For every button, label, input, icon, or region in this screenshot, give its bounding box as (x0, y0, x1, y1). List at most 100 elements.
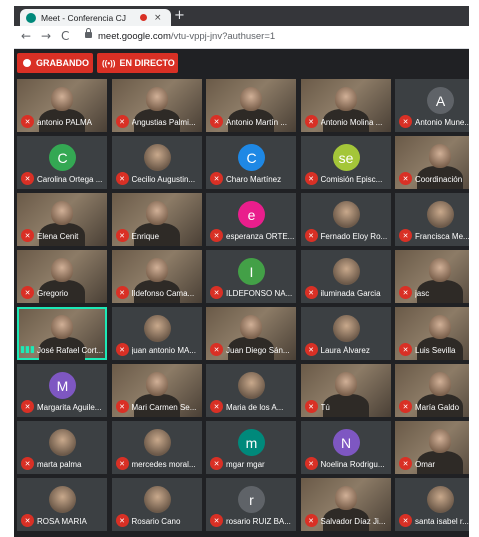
participant-tile[interactable]: ✕ Angustias Palmi... (111, 79, 202, 132)
participant-tile[interactable]: ✕ Juan Diego Sán... (206, 307, 296, 360)
participant-tile[interactable]: e ✕ esperanza ORTE... (206, 193, 296, 246)
participant-photo-avatar (143, 144, 171, 171)
participant-tile[interactable]: ✕ marta palma (17, 421, 107, 474)
participant-tile[interactable]: ✕ iluminada Garcia (300, 250, 391, 303)
participant-name: ILDEFONSO NA... (226, 289, 293, 298)
back-arrow-icon[interactable]: ← (21, 29, 31, 43)
participant-tile[interactable]: ✕ Antonio Martín ... (206, 79, 296, 132)
participant-tile[interactable]: ✕ Rosario Cano (111, 478, 202, 531)
participant-tile[interactable]: ✕ santa isabel r... (395, 478, 469, 531)
participant-name: Fernado Eloy Ro... (320, 232, 388, 241)
participant-avatar: C (49, 144, 76, 171)
broadcast-icon: ((•)) (102, 58, 116, 68)
new-tab-button[interactable]: + (174, 8, 185, 23)
forward-arrow-icon[interactable]: → (41, 29, 51, 43)
participant-tile[interactable]: ✕ Mari Carmen Se... (111, 364, 202, 417)
mic-muted-icon: ✕ (304, 400, 318, 413)
mic-muted-icon: ✕ (399, 286, 412, 299)
participant-tile[interactable]: ✕ Maria de los A... (206, 364, 296, 417)
participant-avatar: M (49, 372, 76, 399)
mic-muted-icon: ✕ (304, 172, 318, 185)
video-person-head (145, 201, 168, 225)
participant-tile[interactable]: ▮▮▮ José Rafael Cort... (17, 307, 107, 360)
participant-tile[interactable]: I ✕ ILDEFONSO NA... (206, 250, 296, 303)
participant-tile[interactable]: ✕ Antonio Molina ... (300, 79, 391, 132)
participant-avatar: e (238, 201, 265, 228)
participant-tile[interactable]: ✕ Coordinación (395, 136, 469, 189)
participant-photo-avatar (427, 486, 454, 513)
participant-tile[interactable]: M ✕ Margarita Aguile... (17, 364, 107, 417)
participant-tile[interactable]: ✕ jasc (395, 250, 469, 303)
participant-photo-avatar (332, 315, 360, 342)
participant-tile[interactable]: ✕ Elena Cenit (17, 193, 107, 246)
participant-name: jasc (415, 289, 430, 298)
participant-avatar: r (238, 486, 265, 513)
participant-tile[interactable]: se ✕ Comisión Episc... (300, 136, 391, 189)
participant-tile[interactable]: ✕ antonio PALMA (17, 79, 107, 132)
mic-muted-icon: ✕ (21, 115, 34, 128)
mic-muted-icon: ✕ (21, 229, 34, 242)
participant-tile[interactable]: C ✕ Charo Martínez (206, 136, 296, 189)
participant-name: Antonio Martín ... (226, 118, 287, 127)
participant-name: Rosario Cano (131, 517, 181, 526)
participant-tile[interactable]: C ✕ Carolina Ortega ... (17, 136, 107, 189)
participant-tile[interactable]: A ✕ Antonio Mune... (395, 79, 469, 132)
recording-button[interactable]: GRABANDO (17, 53, 93, 73)
mic-muted-icon: ✕ (210, 457, 223, 470)
mic-muted-icon: ✕ (115, 286, 129, 299)
tab-close-icon[interactable]: × (154, 13, 162, 23)
mic-muted-icon: ✕ (399, 115, 412, 128)
participant-tile[interactable]: ✕ juan antonio MA... (111, 307, 202, 360)
participant-tile[interactable]: ✕ Francisca Me... (395, 193, 469, 246)
participant-tile[interactable]: ✕ Luis Sevilla (395, 307, 469, 360)
participant-avatar: I (238, 258, 265, 285)
participant-name: Carolina Ortega ... (37, 175, 103, 184)
participant-tile[interactable]: ✕ Salvador Díaz Ji... (300, 478, 391, 531)
participant-name: Angustias Palmi... (131, 118, 196, 127)
participant-name: María Galdo (415, 403, 460, 412)
reload-icon[interactable]: C (61, 29, 69, 43)
participant-tile[interactable]: r ✕ rosario RUIZ BA... (206, 478, 296, 531)
participant-tile[interactable]: ✕ Tú (300, 364, 391, 417)
participant-avatar: se (332, 144, 360, 171)
live-button[interactable]: ((•)) EN DIRECTO (97, 53, 178, 73)
address-bar: ← → C meet.google.com/vtu-vppj-jnv?authu… (14, 26, 469, 49)
mic-muted-icon: ✕ (399, 172, 412, 185)
participant-name: Gregorio (37, 289, 69, 298)
participant-photo-avatar (332, 201, 360, 228)
video-person-head (145, 87, 168, 111)
record-dot-icon (23, 59, 31, 67)
participant-tile[interactable]: ✕ mercedes moral... (111, 421, 202, 474)
participant-name: Luis Sevilla (415, 346, 456, 355)
video-person-head (240, 87, 262, 111)
video-person-head (51, 315, 73, 339)
participant-tile[interactable]: ✕ Fernado Eloy Ro... (300, 193, 391, 246)
video-person-head (334, 486, 357, 510)
participant-tile[interactable]: ✕ Ildefonso Cama... (111, 250, 202, 303)
participant-tile[interactable]: ✕ María Galdo (395, 364, 469, 417)
url-field[interactable]: meet.google.com/vtu-vppj-jnv?authuser=1 (98, 31, 275, 42)
participant-photo-avatar (427, 201, 454, 228)
participant-tile[interactable]: m ✕ mgar mgar (206, 421, 296, 474)
mic-muted-icon: ✕ (115, 115, 129, 128)
meet-window: Meet - Conferencia CJ × + ← → C meet.goo… (14, 6, 469, 537)
url-path: /vtu-vppj-jnv?authuser=1 (170, 31, 276, 42)
participant-tile[interactable]: ✕ Omar (395, 421, 469, 474)
participant-name: Cecilio Augustin... (131, 175, 196, 184)
mic-muted-icon: ✕ (115, 343, 129, 356)
video-person-head (429, 315, 451, 339)
participant-tile[interactable]: N ✕ Noelina Rodrigu... (300, 421, 391, 474)
participant-name: esperanza ORTE... (226, 232, 295, 241)
participant-name: Antonio Mune... (415, 118, 469, 127)
participant-tile[interactable]: ✕ Laura Álvarez (300, 307, 391, 360)
participant-tile[interactable]: ✕ Cecilio Augustin... (111, 136, 202, 189)
participant-tile[interactable]: ✕ ROSA MARIA (17, 478, 107, 531)
participant-tile[interactable]: ✕ Gregorio (17, 250, 107, 303)
mic-muted-icon: ✕ (21, 514, 34, 527)
browser-tab-bar: Meet - Conferencia CJ × + (14, 6, 469, 26)
video-person-head (429, 258, 451, 282)
browser-tab-meet[interactable]: Meet - Conferencia CJ × (20, 9, 171, 26)
participant-tile[interactable]: ✕ Enrique (111, 193, 202, 246)
participant-photo-avatar (49, 429, 76, 456)
participant-name: Ildefonso Cama... (131, 289, 195, 298)
